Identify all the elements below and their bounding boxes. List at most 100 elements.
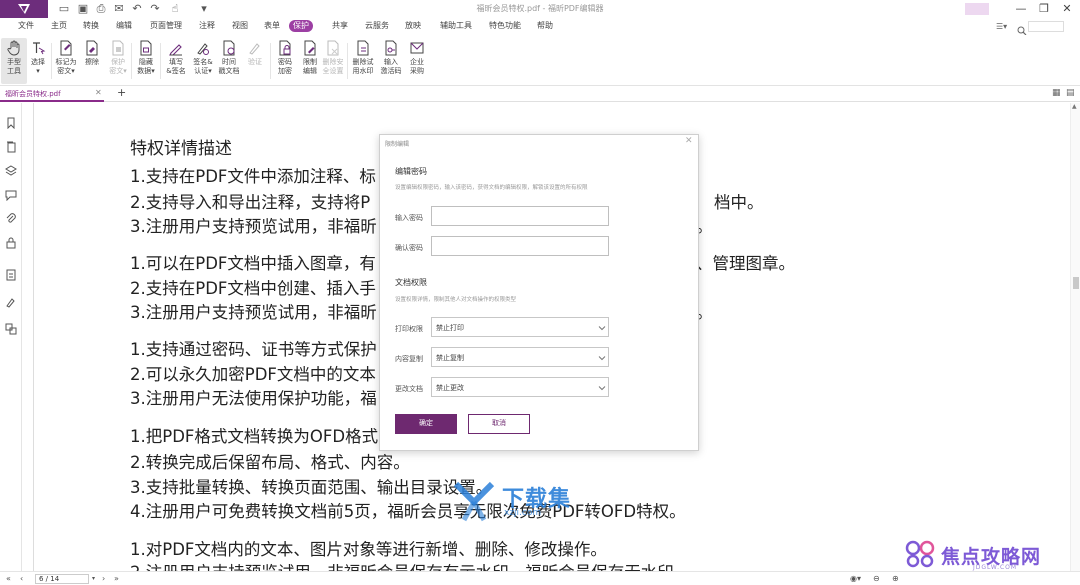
sign-certify-button[interactable]: 签名& 认证▾ bbox=[190, 38, 216, 84]
user-avatar[interactable] bbox=[965, 3, 989, 15]
document-line: 2.注册用户支持预览试用，非福昕会员保存有示水印，福昕会员保存无水印。 bbox=[130, 563, 690, 571]
status-bar: « ‹ 6 / 14 ▾ › » ◉▾ ⊖ ⊕ bbox=[0, 571, 1080, 585]
menu-item-14[interactable]: 帮助 bbox=[533, 20, 557, 32]
document-line: 2.转换完成后保留布局、格式、内容。 bbox=[130, 453, 410, 472]
layout-panel-icon[interactable]: ▤ bbox=[1066, 88, 1075, 98]
page-heading: 特权详情描述 bbox=[130, 139, 232, 159]
prev-page-icon[interactable]: ‹ bbox=[20, 573, 23, 585]
view-mode-icon[interactable]: ☰▾ bbox=[996, 22, 1007, 31]
window-title: 福昕会员特权.pdf - 福昕PDF编辑器 bbox=[476, 4, 604, 13]
menu-item-2[interactable]: 转换 bbox=[79, 20, 103, 32]
last-page-icon[interactable]: » bbox=[114, 573, 119, 585]
page-number-field[interactable]: 6 / 14 bbox=[35, 574, 89, 584]
next-page-icon[interactable]: › bbox=[102, 573, 105, 585]
restrict-edit-icon bbox=[304, 40, 316, 56]
pen-icon bbox=[169, 44, 182, 56]
zoom-in-icon[interactable]: ⊕ bbox=[892, 573, 899, 585]
fill-sign-label: 填写 &签名 bbox=[166, 58, 186, 75]
timestamp-icon bbox=[223, 40, 235, 56]
pages-icon[interactable] bbox=[5, 141, 17, 153]
vertical-scrollbar[interactable]: ▲ bbox=[1070, 103, 1080, 571]
page-edge bbox=[33, 103, 34, 571]
menu-item-12[interactable]: 辅助工具 bbox=[436, 20, 476, 32]
enterprise-purchase-button[interactable]: 企业 采购 bbox=[404, 38, 430, 84]
sign-certify-label: 签名& 认证▾ bbox=[193, 58, 213, 75]
document-tab[interactable]: 福昕会员特权.pdf ✕ bbox=[0, 87, 104, 102]
app-window: ▭ ▣ ⎙ ✉ ↶ ↷ ☝ ▾ 福昕会员特权.pdf - 福昕PDF编辑器 — … bbox=[0, 0, 1080, 585]
signature-panel-icon[interactable] bbox=[5, 296, 17, 308]
bookmark-icon[interactable] bbox=[5, 117, 17, 129]
menu-item-0[interactable]: 文件 bbox=[14, 20, 38, 32]
permissions-section-title: 文档权限 bbox=[395, 278, 427, 287]
menu-bar: 文件 主页 转换 编辑 页面管理 注释 视图 表单 保护 共享 云服务 放映 辅助工具 特色功能 帮助 ☰▾ bbox=[0, 18, 1080, 36]
menu-item-8[interactable]: 保护 bbox=[289, 20, 313, 32]
change-permission-select[interactable]: 禁止更改 bbox=[431, 377, 609, 397]
jdglw-watermark: 焦点攻略网 JDGLW.COM bbox=[903, 538, 1073, 572]
comment-icon[interactable] bbox=[5, 189, 17, 201]
restore-icon[interactable]: ❐ bbox=[1033, 0, 1055, 18]
scroll-up-icon[interactable]: ▲ bbox=[1072, 103, 1077, 110]
chevron-down-icon bbox=[598, 356, 606, 361]
confirm-password-input[interactable] bbox=[431, 236, 609, 256]
form-fields-icon[interactable] bbox=[5, 269, 17, 281]
attachment-icon[interactable] bbox=[5, 213, 17, 225]
menu-item-1[interactable]: 主页 bbox=[47, 20, 71, 32]
grid-view-icon[interactable]: ▦ bbox=[1052, 88, 1061, 98]
mark-redaction-button[interactable]: 标记为 密文▾ bbox=[53, 38, 79, 84]
content-panel-icon[interactable] bbox=[5, 323, 17, 335]
menu-item-13[interactable]: 特色功能 bbox=[485, 20, 525, 32]
layers-icon[interactable] bbox=[5, 165, 17, 177]
ribbon-separator bbox=[51, 43, 52, 79]
menu-item-9[interactable]: 共享 bbox=[328, 20, 352, 32]
chevron-down-icon bbox=[598, 386, 606, 391]
menu-item-7[interactable]: 表单 bbox=[260, 20, 284, 32]
first-page-icon[interactable]: « bbox=[6, 573, 11, 585]
xzj-watermark: 下载集 xzji.com bbox=[452, 478, 602, 528]
menu-item-5[interactable]: 注释 bbox=[195, 20, 219, 32]
document-line: 2.支持在PDF文档中创建、插入手 bbox=[130, 279, 376, 298]
password-input[interactable] bbox=[431, 206, 609, 226]
password-encrypt-button[interactable]: 密码 加密 bbox=[272, 38, 298, 84]
close-icon[interactable]: ✕ bbox=[1056, 0, 1078, 18]
restrict-edit-dialog: 限制编辑 ✕ 编辑密码 设置编辑权限密码，输入该密码，获得文档的编辑权限，解锁该… bbox=[379, 134, 699, 451]
enterprise-purchase-label: 企业 采购 bbox=[410, 58, 424, 75]
hide-data-button[interactable]: 隐藏 数据▾ bbox=[133, 38, 159, 84]
menu-item-11[interactable]: 放映 bbox=[401, 20, 425, 32]
erase-button[interactable]: 擦除 bbox=[79, 38, 105, 84]
zoom-out-icon[interactable]: ⊖ bbox=[873, 573, 880, 585]
protect-redaction-button[interactable]: 保护 密文▾ bbox=[105, 38, 131, 84]
password-encrypt-label: 密码 加密 bbox=[278, 58, 292, 75]
security-lock-icon[interactable] bbox=[5, 237, 17, 249]
select-text-icon bbox=[33, 42, 46, 55]
menu-item-6[interactable]: 视图 bbox=[228, 20, 252, 32]
eraser-icon bbox=[86, 40, 98, 56]
copy-permission-select[interactable]: 禁止复制 bbox=[431, 347, 609, 367]
reading-mode-icon[interactable]: ◉▾ bbox=[850, 573, 861, 585]
hand-tool-button[interactable]: 手型 工具 bbox=[1, 38, 27, 84]
activation-key-icon bbox=[385, 40, 397, 56]
menu-item-4[interactable]: 页面管理 bbox=[146, 20, 186, 32]
ok-button[interactable]: 确定 bbox=[395, 414, 457, 434]
cancel-button[interactable]: 取消 bbox=[468, 414, 530, 434]
scrollbar-thumb[interactable] bbox=[1073, 277, 1079, 289]
dialog-close-icon[interactable]: ✕ bbox=[685, 136, 693, 146]
search-input[interactable] bbox=[1028, 21, 1064, 32]
document-line-fragment: 、管理图章。 bbox=[696, 254, 795, 273]
menu-item-10[interactable]: 云服务 bbox=[361, 20, 393, 32]
validate-button[interactable]: 验证 bbox=[242, 38, 268, 84]
tab-close-icon[interactable]: ✕ bbox=[95, 88, 102, 97]
remove-security-button[interactable]: 删除安 全设置 bbox=[320, 38, 346, 84]
fill-sign-button[interactable]: 填写 &签名 bbox=[163, 38, 189, 84]
menu-item-3[interactable]: 编辑 bbox=[112, 20, 136, 32]
remove-trial-watermark-button[interactable]: 删除试 用水印 bbox=[350, 38, 376, 84]
minimize-icon[interactable]: — bbox=[1010, 0, 1032, 18]
document-line: 4.注册用户可免费转换文档前5页，福昕会员享无限次免费PDF转OFD特权。 bbox=[130, 502, 686, 521]
activation-code-button[interactable]: 输入 激活码 bbox=[378, 38, 404, 84]
copy-permission-value: 禁止复制 bbox=[436, 354, 464, 362]
print-permission-select[interactable]: 禁止打印 bbox=[431, 317, 609, 337]
page-dropdown-icon[interactable]: ▾ bbox=[92, 573, 95, 585]
select-button[interactable]: 选择 ▾ bbox=[25, 38, 51, 84]
erase-label: 擦除 bbox=[85, 58, 99, 66]
timestamp-button[interactable]: 时间 戳文档 bbox=[216, 38, 242, 84]
new-tab-icon[interactable]: + bbox=[117, 86, 126, 99]
